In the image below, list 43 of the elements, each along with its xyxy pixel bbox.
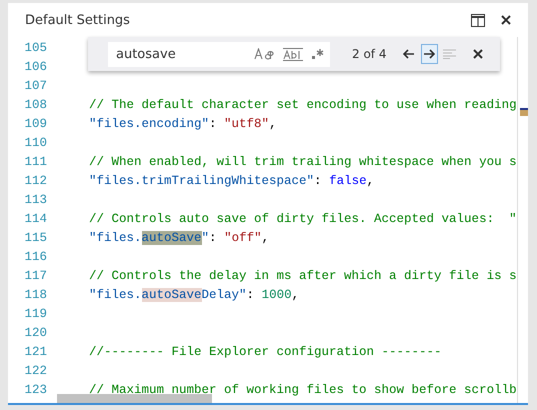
match-case-icon[interactable] bbox=[254, 48, 274, 60]
code-line: "files.trimTrailingWhitespace": false, bbox=[89, 174, 374, 188]
code-line: // When enabled, will trim trailing whitespace when you s bbox=[89, 154, 517, 168]
line-number: 112 bbox=[23, 174, 47, 188]
line-number: 118 bbox=[23, 288, 47, 302]
line-number: 110 bbox=[23, 136, 47, 150]
line-number: 107 bbox=[23, 78, 47, 92]
line-number: 115 bbox=[23, 230, 47, 244]
line-number: 119 bbox=[23, 306, 47, 320]
search-match: autoSave bbox=[142, 230, 202, 244]
search-box[interactable]: autosave bbox=[108, 42, 330, 66]
line-number: 109 bbox=[23, 116, 47, 130]
search-field[interactable]: autosave bbox=[114, 46, 245, 62]
code-line: // The default character set encoding to use when reading bbox=[89, 98, 517, 112]
search-match: autoSave bbox=[142, 288, 202, 302]
vertical-scrollbar[interactable] bbox=[516, 37, 528, 403]
code-line: //-------- File Explorer configuration -------- bbox=[89, 344, 442, 358]
code-line: "files.autoSave": "off", bbox=[89, 230, 270, 244]
line-number: 117 bbox=[23, 268, 47, 282]
whole-word-icon[interactable] bbox=[283, 48, 303, 60]
code-line: "files.autoSaveDelay": 1000, bbox=[89, 288, 300, 302]
match-marker bbox=[520, 108, 528, 116]
split-editor-icon[interactable] bbox=[470, 12, 486, 28]
line-number: 114 bbox=[23, 212, 47, 226]
line-number: 122 bbox=[23, 364, 47, 378]
line-number: 108 bbox=[23, 98, 47, 112]
next-match-icon[interactable] bbox=[421, 44, 438, 64]
line-number: 120 bbox=[23, 326, 47, 340]
code-line: // Controls the delay in ms after which a dirty file is s bbox=[89, 268, 517, 282]
line-number: 105 bbox=[23, 40, 47, 54]
line-number: 123 bbox=[23, 382, 47, 396]
line-number: 121 bbox=[23, 344, 47, 358]
code-line: "files.encoding": "utf8", bbox=[89, 116, 277, 130]
regex-icon[interactable] bbox=[312, 48, 324, 60]
line-number: 113 bbox=[23, 192, 47, 206]
window-title: Default Settings bbox=[25, 12, 131, 28]
code-line: // Maximum number of working files to show before scrollb bbox=[89, 382, 517, 396]
line-number: 111 bbox=[23, 154, 47, 168]
line-number: 106 bbox=[23, 60, 47, 74]
line-number: 116 bbox=[23, 250, 47, 264]
horizontal-scrollbar-thumb[interactable] bbox=[57, 394, 212, 403]
match-count: 2 of 4 bbox=[352, 47, 388, 61]
code-line: // Controls auto save of dirty files. Accepted values: " bbox=[89, 212, 517, 226]
